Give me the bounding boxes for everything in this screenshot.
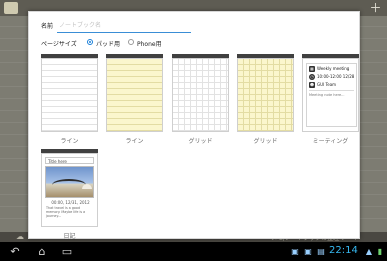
phone-size-radio[interactable] xyxy=(128,39,134,45)
pad-size-radio[interactable] xyxy=(87,39,93,45)
back-icon[interactable]: ↶ xyxy=(8,245,22,258)
name-label: 名前 xyxy=(41,23,54,30)
template-grid-yellow[interactable]: グリッド xyxy=(237,54,294,146)
meeting-preview: ▦ Weekly meeting ◷ 10:00-12:00 12/28 ☻ G… xyxy=(306,63,357,127)
screen: ＋ ☁ メモ/ノートブックの整理 ノート 名前 ページサイズ パッド用 Phon… xyxy=(0,0,387,261)
template-label: グリッド xyxy=(188,138,213,145)
card-page xyxy=(106,58,163,132)
template-meeting[interactable]: ▦ Weekly meeting ◷ 10:00-12:00 12/28 ☻ G… xyxy=(302,54,359,146)
opera-house-shape xyxy=(82,184,92,189)
diary-text: That travel is a good memory. Maybe life… xyxy=(46,206,86,218)
template-line-yellow[interactable]: ライン xyxy=(106,54,163,146)
battery-icon: ▮ xyxy=(377,247,383,256)
meeting-time: 10:00-12:00 12/28 xyxy=(317,74,355,79)
screenshot-icon[interactable]: ▣ xyxy=(304,247,312,256)
card-page: Title here 00:00, 12/31, 2012 That trave… xyxy=(41,153,98,227)
meeting-title: Weekly meeting xyxy=(317,66,350,71)
phone-size-label[interactable]: Phone用 xyxy=(137,39,162,48)
meeting-team-row: ☻ GUI Team xyxy=(309,81,355,89)
keyboard-icon[interactable]: ▤ xyxy=(317,247,325,256)
calendar-icon: ▦ xyxy=(309,66,315,72)
template-grid-white[interactable]: グリッド xyxy=(172,54,229,146)
card-page xyxy=(172,58,229,132)
app-icon xyxy=(4,2,18,14)
system-status-bar: ↶ ⌂ ▭ ▣ ▣ ▤ 22:14 ▲ ▮ xyxy=(0,242,387,261)
diary-photo xyxy=(45,166,94,198)
meeting-title-row: ▦ Weekly meeting xyxy=(309,65,355,73)
new-notebook-dialog: 名前 ページサイズ パッド用 Phone用 ライン ライン グリッド xyxy=(28,11,360,241)
meeting-notes: Meeting note here... xyxy=(309,93,345,97)
diary-date: 00:00, 12/31, 2012 xyxy=(51,200,90,205)
template-label: ライン xyxy=(125,138,144,145)
people-icon: ☻ xyxy=(309,82,315,88)
meeting-divider xyxy=(309,90,354,91)
card-page xyxy=(41,58,98,132)
page-size-label: ページサイズ xyxy=(41,41,77,48)
add-icon[interactable]: ＋ xyxy=(369,2,382,14)
clock-icon: ◷ xyxy=(309,74,315,80)
card-page: ▦ Weekly meeting ◷ 10:00-12:00 12/28 ☻ G… xyxy=(302,58,359,132)
meeting-team: GUI Team xyxy=(317,82,337,87)
clock: 22:14 xyxy=(329,245,358,256)
page-size-row: ページサイズ パッド用 Phone用 xyxy=(41,36,261,50)
home-icon[interactable]: ⌂ xyxy=(35,245,49,258)
meeting-time-row: ◷ 10:00-12:00 12/28 xyxy=(309,73,355,81)
template-diary[interactable]: Title here 00:00, 12/31, 2012 That trave… xyxy=(41,149,98,241)
diary-title: Title here xyxy=(45,157,94,164)
template-label: グリッド xyxy=(253,138,278,145)
name-row: 名前 xyxy=(41,18,241,34)
bridge-shape xyxy=(52,179,86,191)
wifi-icon: ▲ xyxy=(365,247,373,256)
template-label: ライン xyxy=(60,138,79,145)
template-line-white[interactable]: ライン xyxy=(41,54,98,146)
recent-apps-icon[interactable]: ▭ xyxy=(60,245,74,258)
cloud-icon: ☁ xyxy=(16,232,24,241)
pad-size-label[interactable]: パッド用 xyxy=(96,39,120,48)
template-label: 日記 xyxy=(63,233,76,240)
notebook-name-input[interactable] xyxy=(57,18,191,33)
notification-icon[interactable]: ▣ xyxy=(291,247,299,256)
card-page xyxy=(237,58,294,132)
template-label: ミーティング xyxy=(312,138,349,145)
